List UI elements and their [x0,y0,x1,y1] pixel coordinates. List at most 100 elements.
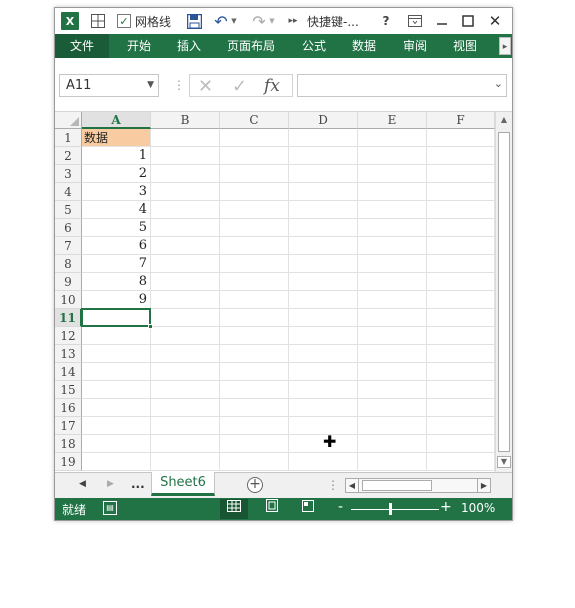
column-header-d[interactable]: D [289,112,358,129]
table-icon[interactable] [89,12,107,30]
cell-f16[interactable] [427,399,495,417]
scroll-right-icon[interactable]: ▶ [477,479,490,492]
zoom-level[interactable]: 100% [461,501,495,515]
cell-d13[interactable] [289,345,358,363]
cell-a3[interactable]: 2 [82,165,151,183]
cell-e8[interactable] [358,255,427,273]
cell-a14[interactable] [82,363,151,381]
zoom-in-button[interactable]: + [440,499,452,515]
cell-b14[interactable] [151,363,220,381]
worksheet-grid[interactable]: ABCDEF 1 2 3 4 5 6 7 8 9 10 11 12 13 14 15 16 17 18 19 数据 1… [55,112,495,472]
enter-check-icon[interactable]: ✓ [232,76,247,97]
scroll-left-icon[interactable]: ◀ [346,479,359,492]
cell-c14[interactable] [220,363,289,381]
row-header-3[interactable]: 3 [55,165,82,183]
cell-a19[interactable] [82,453,151,471]
cell-f4[interactable] [427,183,495,201]
cell-d19[interactable] [289,453,358,471]
cell-b16[interactable] [151,399,220,417]
cell-c3[interactable] [220,165,289,183]
zoom-slider-thumb[interactable] [389,503,392,515]
cell-b11[interactable] [151,309,220,327]
cell-d16[interactable] [289,399,358,417]
row-header-12[interactable]: 12 [55,327,82,345]
cell-c6[interactable] [220,219,289,237]
cell-d14[interactable] [289,363,358,381]
cell-c4[interactable] [220,183,289,201]
tab-home[interactable]: 开始 [127,34,151,58]
cell-a8[interactable]: 7 [82,255,151,273]
row-header-17[interactable]: 17 [55,417,82,435]
cell-e15[interactable] [358,381,427,399]
column-header-f[interactable]: F [427,112,495,129]
cell-e18[interactable] [358,435,427,453]
cell-f10[interactable] [427,291,495,309]
cell-e2[interactable] [358,147,427,165]
cell-f13[interactable] [427,345,495,363]
cell-e1[interactable] [358,129,427,147]
cell-d3[interactable] [289,165,358,183]
undo-icon[interactable]: ↶ [213,12,229,31]
add-sheet-icon[interactable]: + [247,477,263,493]
save-icon[interactable] [185,12,203,30]
cell-b15[interactable] [151,381,220,399]
row-header-6[interactable]: 6 [55,219,82,237]
sheet-tab[interactable]: Sheet6 [151,472,215,496]
cell-b2[interactable] [151,147,220,165]
cell-d6[interactable] [289,219,358,237]
cell-d11[interactable] [289,309,358,327]
cell-f18[interactable] [427,435,495,453]
cell-b1[interactable] [151,129,220,147]
cell-f1[interactable] [427,129,495,147]
cell-e13[interactable] [358,345,427,363]
cell-e6[interactable] [358,219,427,237]
redo-icon[interactable]: ↷ [251,12,267,31]
cell-c7[interactable] [220,237,289,255]
undo-dropdown-icon[interactable]: ▼ [230,12,238,30]
cell-e3[interactable] [358,165,427,183]
cell-b5[interactable] [151,201,220,219]
cell-f5[interactable] [427,201,495,219]
cell-c8[interactable] [220,255,289,273]
maximize-icon[interactable] [460,12,476,30]
cell-b6[interactable] [151,219,220,237]
cell-e4[interactable] [358,183,427,201]
tab-data[interactable]: 数据 [352,34,376,58]
cell-e5[interactable] [358,201,427,219]
column-header-b[interactable]: B [151,112,220,129]
cell-c13[interactable] [220,345,289,363]
column-header-a[interactable]: A [82,112,151,129]
cell-f11[interactable] [427,309,495,327]
tab-file[interactable]: 文件 [55,34,109,58]
horizontal-scrollbar[interactable]: ◀ ▶ [345,478,491,493]
row-header-11[interactable]: 11 [55,309,82,327]
name-box[interactable]: A11 ▼ [59,74,159,97]
cell-b3[interactable] [151,165,220,183]
cell-b19[interactable] [151,453,220,471]
cancel-icon[interactable]: ✕ [198,76,213,97]
cell-e17[interactable] [358,417,427,435]
cell-d5[interactable] [289,201,358,219]
tab-view[interactable]: 视图 [453,34,477,58]
cell-c10[interactable] [220,291,289,309]
cell-a10[interactable]: 9 [82,291,151,309]
row-header-2[interactable]: 2 [55,147,82,165]
row-header-16[interactable]: 16 [55,399,82,417]
macro-record-icon[interactable]: ▤ [103,501,117,515]
cell-a12[interactable] [82,327,151,345]
cell-c1[interactable] [220,129,289,147]
cell-e11[interactable] [358,309,427,327]
gridlines-checkbox[interactable]: ✓ [117,14,131,28]
scroll-down-icon[interactable]: ▼ [497,456,511,468]
customize-qat-icon[interactable]: ▸▸ [287,12,299,30]
cell-c11[interactable] [220,309,289,327]
zoom-out-button[interactable]: - [338,499,343,515]
row-header-5[interactable]: 5 [55,201,82,219]
cell-a16[interactable] [82,399,151,417]
cell-d10[interactable] [289,291,358,309]
cell-b8[interactable] [151,255,220,273]
cell-e12[interactable] [358,327,427,345]
cell-b4[interactable] [151,183,220,201]
tab-formulas[interactable]: 公式 [302,34,326,58]
column-header-c[interactable]: C [220,112,289,129]
